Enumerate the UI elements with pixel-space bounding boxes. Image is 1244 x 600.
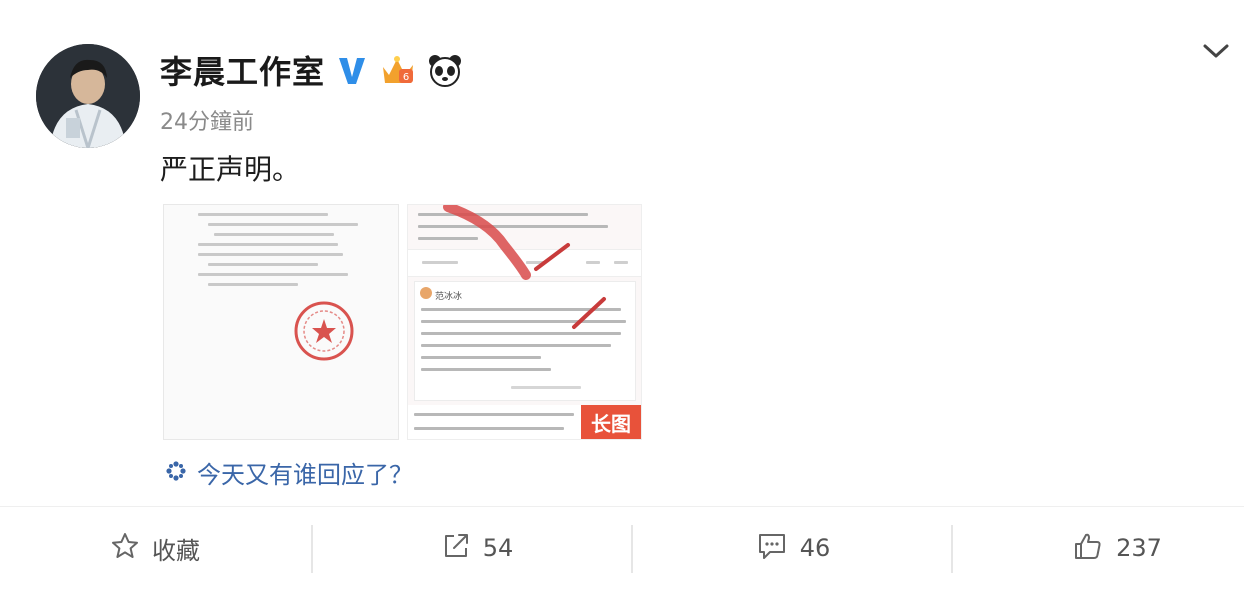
red-annotation-marks: [443, 205, 606, 329]
chevron-down-icon[interactable]: [1198, 36, 1234, 66]
star-icon: [110, 531, 140, 565]
repost-count: 54: [482, 534, 514, 562]
topic-link[interactable]: 今天又有谁回应了？: [165, 455, 413, 490]
like-button[interactable]: 237: [962, 507, 1244, 589]
repost-button[interactable]: 54: [322, 507, 632, 589]
crown-badge-icon: 6: [379, 53, 417, 87]
divider: [951, 525, 953, 573]
favorite-button[interactable]: 收藏: [0, 507, 310, 589]
svg-text:6: 6: [403, 72, 409, 83]
like-count: 237: [1116, 534, 1162, 562]
action-bar: 收藏 54 46 237: [0, 506, 1244, 597]
author-row: 李晨工作室 6: [160, 44, 463, 96]
topic-icon: [165, 460, 187, 486]
comment-icon: [756, 531, 788, 565]
long-screenshot-image[interactable]: 范冰冰 长图: [407, 204, 642, 440]
comment-count: 46: [799, 534, 831, 562]
favorite-label: 收藏: [152, 536, 200, 565]
comment-button[interactable]: 46: [638, 507, 948, 589]
avatar[interactable]: [36, 44, 140, 148]
post-time: 24分鐘前: [160, 110, 254, 135]
share-icon: [441, 531, 471, 565]
like-icon: [1072, 531, 1104, 565]
verified-icon: [335, 53, 369, 87]
long-image-tag: 长图: [581, 405, 641, 439]
author-name[interactable]: 李晨工作室: [160, 47, 325, 93]
panda-icon: [427, 53, 463, 87]
post-text: 严正声明。: [160, 153, 301, 186]
topic-text: 今天又有谁回应了？: [197, 461, 413, 489]
weibo-post: 李晨工作室 6 24分鐘前 严正声明。 范冰冰 长图 今天又有谁回应了？ 收藏 …: [0, 0, 1244, 600]
divider: [631, 525, 633, 573]
divider: [311, 525, 313, 573]
red-seal-icon: [294, 301, 354, 361]
statement-document-image[interactable]: [163, 204, 399, 440]
